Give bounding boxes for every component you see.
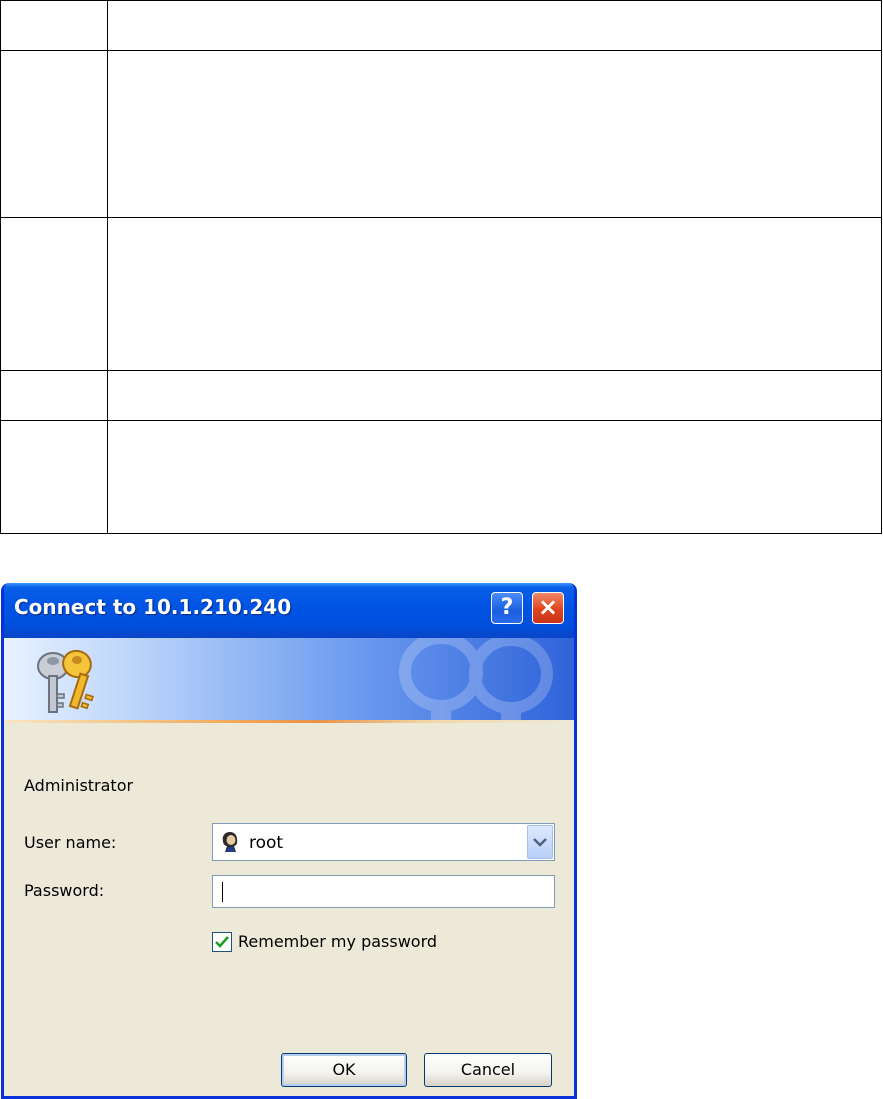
table-row	[0, 50, 882, 218]
realm-label: Administrator	[24, 776, 134, 795]
username-label: User name:	[24, 833, 117, 852]
table-cell	[0, 50, 108, 218]
table-cell	[0, 370, 108, 421]
keys-icon	[37, 649, 94, 713]
login-dialog: Connect to 10.1.210.240 ? × Administrato…	[1, 583, 577, 1099]
table-cell	[107, 217, 882, 371]
table-row	[0, 0, 882, 51]
ok-button[interactable]: OK	[281, 1053, 407, 1087]
table-row	[0, 217, 882, 371]
chevron-down-icon	[533, 838, 547, 847]
document-table	[0, 0, 882, 534]
table-cell	[0, 420, 108, 534]
user-icon	[222, 832, 238, 852]
cancel-button[interactable]: Cancel	[424, 1053, 552, 1087]
username-value: root	[249, 833, 284, 853]
checkmark-icon	[215, 936, 229, 948]
dialog-title: Connect to 10.1.210.240	[14, 595, 292, 619]
dialog-titlebar[interactable]: Connect to 10.1.210.240 ? ×	[4, 583, 574, 638]
text-caret	[222, 882, 223, 902]
table-row	[0, 370, 882, 421]
close-button[interactable]: ×	[532, 592, 564, 624]
remember-password-checkbox[interactable]	[212, 932, 232, 952]
dialog-banner	[4, 638, 574, 723]
banner-accent-stripe	[4, 720, 574, 723]
keys-watermark-icon	[399, 638, 553, 723]
table-cell	[0, 0, 108, 51]
table-row	[0, 420, 882, 534]
username-combobox[interactable]: root	[212, 823, 555, 861]
table-cell	[107, 0, 882, 51]
username-dropdown-button[interactable]	[527, 825, 553, 859]
password-label: Password:	[24, 881, 105, 900]
table-cell	[0, 217, 108, 371]
table-cell	[107, 370, 882, 421]
password-field[interactable]	[212, 875, 555, 908]
remember-password-label[interactable]: Remember my password	[238, 932, 437, 951]
table-cell	[107, 420, 882, 534]
help-button[interactable]: ?	[491, 592, 523, 624]
table-cell	[107, 50, 882, 218]
